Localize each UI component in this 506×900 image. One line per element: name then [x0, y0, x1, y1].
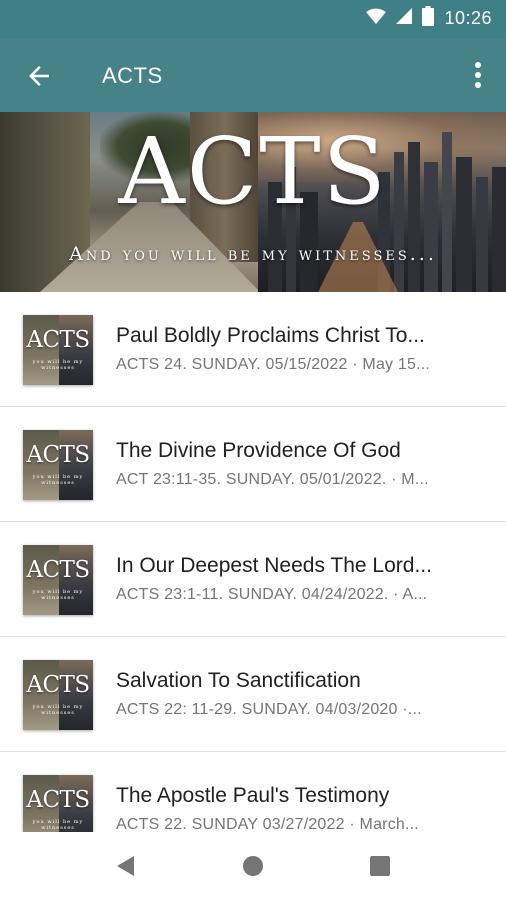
- back-triangle-icon: [117, 856, 134, 876]
- thumbnail-title: ACTS: [26, 672, 90, 698]
- sermon-title: The Apostle Paul's Testimony: [116, 784, 390, 807]
- app-bar: ACTS: [0, 38, 506, 112]
- list-item[interactable]: ACTS you will be my witnesses Salvation …: [0, 637, 506, 752]
- sermon-title: The Divine Providence Of God: [116, 439, 401, 462]
- sermon-title: Paul Boldly Proclaims Christ To...: [116, 324, 425, 347]
- nav-back-button[interactable]: [114, 854, 138, 878]
- list-item[interactable]: ACTS you will be my witnesses Paul Boldl…: [0, 292, 506, 407]
- thumbnail-subtitle: you will be my witnesses: [32, 589, 84, 601]
- series-banner: ACTS And you will be my witnesses...: [0, 112, 506, 292]
- sermon-title: In Our Deepest Needs The Lord...: [116, 554, 432, 577]
- recents-square-icon: [370, 856, 390, 876]
- sermon-title: Salvation To Sanctification: [116, 669, 361, 692]
- page-title: ACTS: [102, 63, 163, 88]
- list-item[interactable]: ACTS you will be my witnesses The Divine…: [0, 407, 506, 522]
- status-time: 10:26: [444, 8, 492, 28]
- banner-subtitle: And you will be my witnesses...: [69, 243, 437, 265]
- sermon-subtitle: ACT 23:11-35. SUNDAY. 05/01/2022. · M...: [116, 471, 429, 488]
- list-item[interactable]: ACTS you will be my witnesses The Apostl…: [0, 752, 506, 832]
- status-bar: 10:26: [0, 0, 506, 38]
- sermon-subtitle: ACTS 24. SUNDAY. 05/15/2022 · May 15...: [116, 356, 431, 373]
- sermon-thumbnail: ACTS you will be my witnesses: [23, 430, 93, 500]
- banner-title: ACTS: [118, 118, 388, 225]
- signal-icon: [396, 8, 413, 29]
- sermon-subtitle: ACTS 22: 11-29. SUNDAY. 04/03/2020 ·...: [116, 701, 422, 718]
- back-button[interactable]: [24, 61, 54, 91]
- thumbnail-subtitle: you will be my witnesses: [32, 474, 84, 486]
- thumbnail-title: ACTS: [26, 327, 90, 353]
- thumbnail-title: ACTS: [26, 557, 90, 583]
- sermon-thumbnail: ACTS you will be my witnesses: [23, 660, 93, 730]
- sermon-thumbnail: ACTS you will be my witnesses: [23, 545, 93, 615]
- arrow-back-icon: [29, 66, 49, 86]
- sermon-subtitle: ACTS 22. SUNDAY 03/27/2022 · March...: [116, 816, 419, 832]
- thumbnail-subtitle: you will be my witnesses: [32, 819, 84, 831]
- status-icons: 10:26: [366, 6, 492, 31]
- wifi-icon: [366, 8, 387, 29]
- sermon-thumbnail: ACTS you will be my witnesses: [23, 315, 93, 385]
- more-vert-icon: [475, 62, 481, 88]
- system-nav-bar: [0, 832, 506, 900]
- thumbnail-title: ACTS: [26, 442, 90, 468]
- sermon-list: ACTS you will be my witnesses Paul Boldl…: [0, 292, 506, 832]
- home-circle-icon: [243, 856, 263, 876]
- thumbnail-subtitle: you will be my witnesses: [32, 359, 84, 371]
- nav-recents-button[interactable]: [368, 854, 392, 878]
- list-item[interactable]: ACTS you will be my witnesses In Our Dee…: [0, 522, 506, 637]
- sermon-subtitle: ACTS 23:1-11. SUNDAY. 04/24/2022. · A...: [116, 586, 428, 603]
- thumbnail-title: ACTS: [26, 787, 90, 813]
- battery-icon: [422, 6, 435, 31]
- thumbnail-subtitle: you will be my witnesses: [32, 704, 84, 716]
- nav-home-button[interactable]: [241, 854, 265, 878]
- overflow-menu-button[interactable]: [470, 58, 486, 92]
- sermon-thumbnail: ACTS you will be my witnesses: [23, 775, 93, 832]
